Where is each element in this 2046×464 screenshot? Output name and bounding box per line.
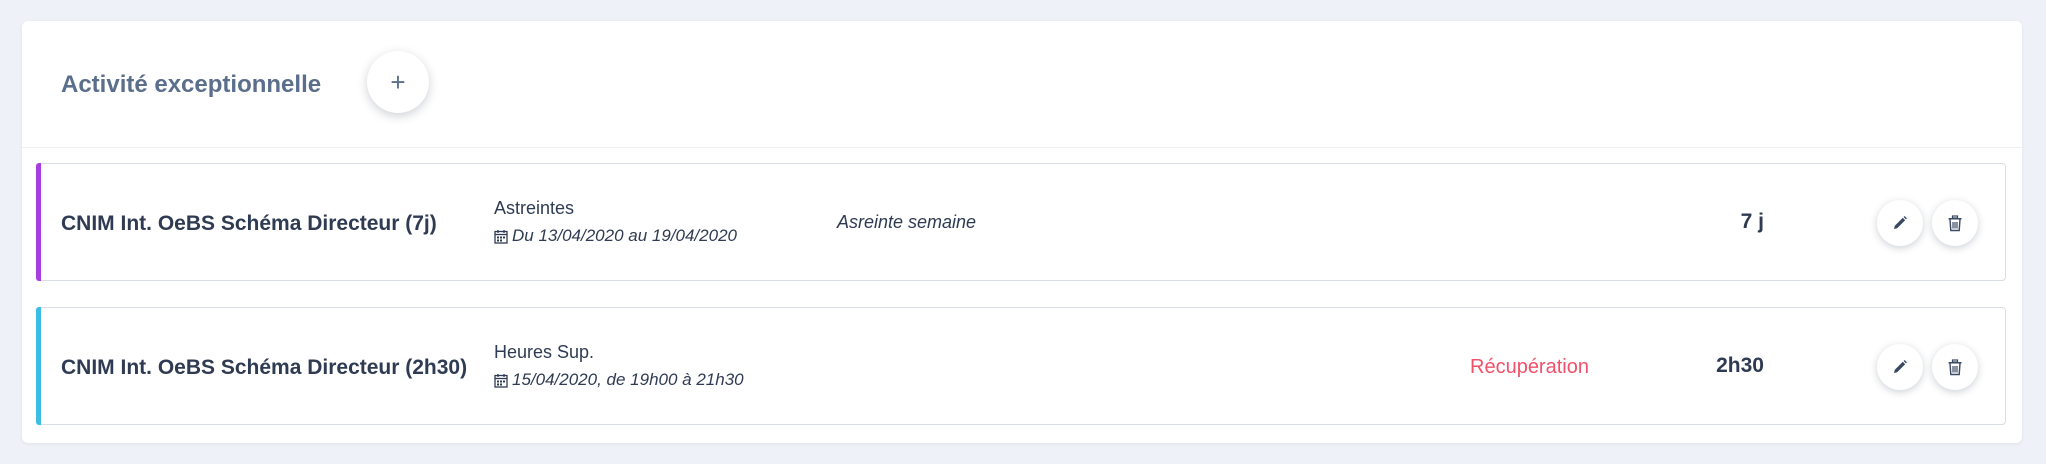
pencil-icon [1894, 360, 1907, 373]
calendar-icon [494, 373, 508, 388]
trash-icon [1948, 358, 1962, 375]
row-accent-bar [36, 163, 41, 281]
row-duration: 7 j [1740, 210, 1764, 233]
row-accent-bar [36, 307, 41, 425]
row-project: CNIM Int. OeBS Schéma Directeur (7j) [61, 212, 437, 235]
activity-row: CNIM Int. OeBS Schéma Directeur (2h30) H… [36, 307, 2006, 425]
row-comment: Asreinte semaine [837, 212, 977, 232]
delete-button[interactable] [1932, 344, 1978, 390]
row-dates: 15/04/2020, de 19h00 à 21h30 [494, 370, 744, 390]
delete-button[interactable] [1932, 200, 1978, 246]
row-dates-text: Du 13/04/2020 au 19/04/2020 [512, 226, 737, 245]
activity-row: CNIM Int. OeBS Schéma Directeur (7j) Ast… [36, 163, 2006, 281]
edit-button[interactable] [1877, 344, 1923, 390]
add-activity-button[interactable]: + [367, 51, 429, 113]
exceptional-activity-panel: Activité exceptionnelle + CNIM Int. OeBS… [22, 21, 2022, 443]
row-type: Heures Sup. [494, 342, 595, 362]
panel-header: Activité exceptionnelle + [22, 21, 2022, 148]
row-project: CNIM Int. OeBS Schéma Directeur (2h30) [61, 356, 468, 379]
row-duration: 2h30 [1716, 354, 1764, 377]
plus-icon: + [390, 67, 406, 97]
calendar-icon [494, 229, 508, 244]
row-dates: Du 13/04/2020 au 19/04/2020 [494, 226, 737, 246]
pencil-icon [1894, 216, 1907, 229]
row-type: Astreintes [494, 198, 575, 218]
row-status: Récupération [1470, 356, 1589, 378]
edit-button[interactable] [1877, 200, 1923, 246]
panel-title: Activité exceptionnelle [61, 71, 322, 98]
trash-icon [1948, 214, 1962, 231]
row-dates-text: 15/04/2020, de 19h00 à 21h30 [512, 370, 744, 389]
